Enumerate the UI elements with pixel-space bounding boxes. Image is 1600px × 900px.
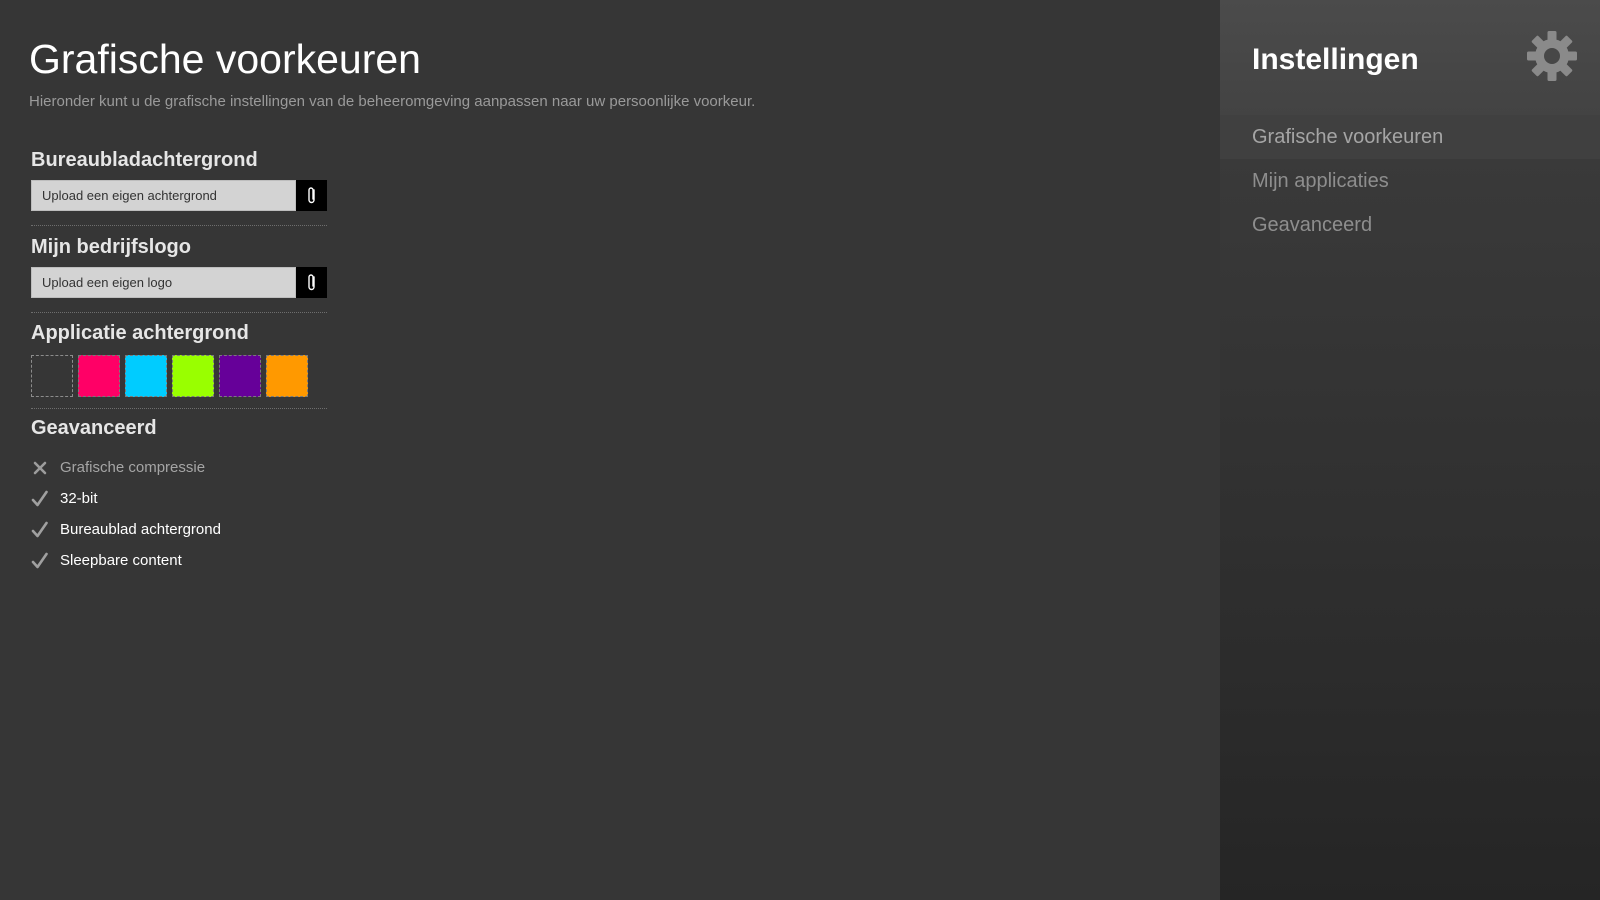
page-title: Grafische voorkeuren (29, 36, 421, 82)
logo-upload (31, 267, 327, 298)
advanced-options: Grafische compressie 32-bit Bureaublad a… (31, 452, 331, 576)
settings-sidebar: Instellingen Grafische voorkeuren Mijn a… (1220, 0, 1600, 900)
option-label: Bureaublad achtergrond (60, 520, 221, 538)
wallpaper-section: Bureaubladachtergrond (31, 148, 327, 172)
sidebar-title: Instellingen (1252, 43, 1419, 76)
page-subtitle: Hieronder kunt u de grafische instelling… (29, 93, 756, 110)
logo-heading: Mijn bedrijfslogo (31, 236, 191, 258)
divider (31, 312, 327, 313)
app-background-heading: Applicatie achtergrond (31, 322, 249, 344)
option-bureaublad-achtergrond[interactable]: Bureaublad achtergrond (31, 514, 331, 545)
cross-icon (31, 459, 49, 477)
wallpaper-heading: Bureaubladachtergrond (31, 149, 258, 171)
checkmark-icon (31, 552, 49, 570)
sidebar-nav: Grafische voorkeuren Mijn applicaties Ge… (1220, 115, 1600, 247)
swatch-lime[interactable] (172, 355, 214, 397)
option-label: 32-bit (60, 489, 98, 507)
divider (31, 225, 327, 226)
color-swatches (31, 355, 313, 397)
logo-section: Mijn bedrijfslogo (31, 235, 327, 259)
option-grafische-compressie[interactable]: Grafische compressie (31, 452, 331, 483)
option-32-bit[interactable]: 32-bit (31, 483, 331, 514)
option-label: Sleepbare content (60, 551, 182, 569)
option-sleepbare-content[interactable]: Sleepbare content (31, 545, 331, 576)
wallpaper-upload (31, 180, 327, 211)
advanced-section: Geavanceerd (31, 416, 327, 440)
logo-upload-button[interactable] (296, 267, 327, 298)
divider (31, 408, 327, 409)
checkmark-icon (31, 490, 49, 508)
checkmark-icon (31, 521, 49, 539)
sidebar-item-geavanceerd[interactable]: Geavanceerd (1220, 203, 1600, 247)
swatch-purple[interactable] (219, 355, 261, 397)
wallpaper-upload-input[interactable] (31, 180, 296, 211)
swatch-orange[interactable] (266, 355, 308, 397)
sidebar-header: Instellingen (1220, 0, 1600, 115)
wallpaper-upload-button[interactable] (296, 180, 327, 211)
swatch-pink[interactable] (78, 355, 120, 397)
swatch-cyan[interactable] (125, 355, 167, 397)
swatch-transparent[interactable] (31, 355, 73, 397)
app-background-section: Applicatie achtergrond (31, 321, 327, 345)
advanced-heading: Geavanceerd (31, 417, 157, 439)
paperclip-icon (307, 186, 315, 203)
main-content: Grafische voorkeuren Hieronder kunt u de… (0, 0, 1220, 900)
gear-icon[interactable] (1525, 29, 1579, 83)
sidebar-item-grafische-voorkeuren[interactable]: Grafische voorkeuren (1220, 115, 1600, 159)
option-label: Grafische compressie (60, 458, 206, 476)
logo-upload-input[interactable] (31, 267, 296, 298)
paperclip-icon (307, 273, 315, 290)
sidebar-item-mijn-applicaties[interactable]: Mijn applicaties (1220, 159, 1600, 203)
